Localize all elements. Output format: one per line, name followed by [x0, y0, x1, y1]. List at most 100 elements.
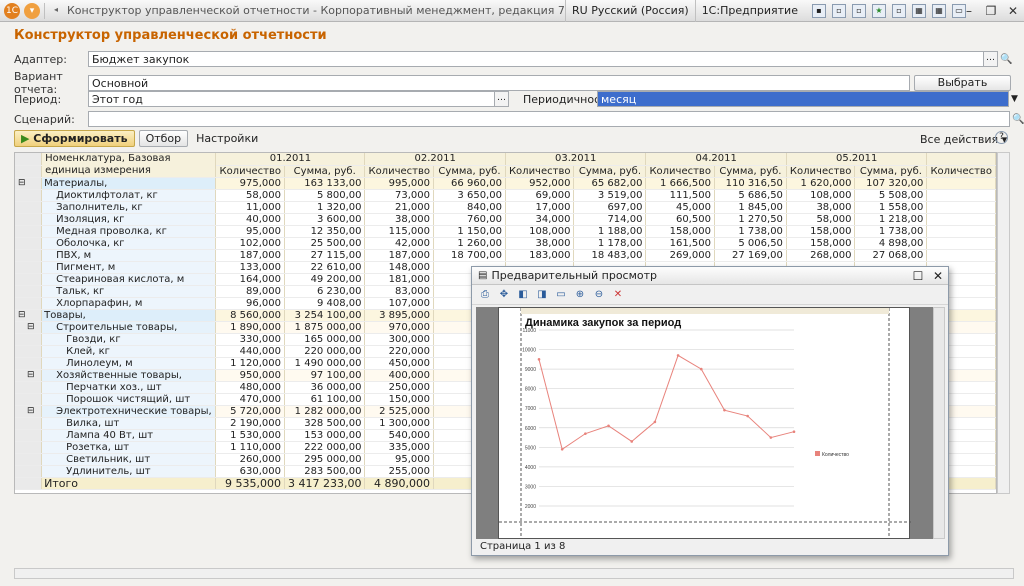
cell-value: 330,000: [215, 333, 285, 346]
app-logo-icon[interactable]: 1С: [4, 2, 20, 19]
select-icon[interactable]: …: [983, 52, 997, 66]
cell-value: [926, 237, 996, 250]
move-icon[interactable]: ✥: [497, 288, 511, 302]
language-indicator[interactable]: RU Русский (Россия): [565, 0, 695, 22]
cell-value: 2 525,000: [364, 405, 434, 418]
collapse-icon[interactable]: ⊟: [15, 405, 43, 418]
restore-icon[interactable]: ❐: [980, 4, 1002, 18]
cell-value: 187,000: [215, 249, 285, 262]
preview-titlebar: ▤ Предварительный просмотр ☐ ✕: [472, 267, 948, 285]
cell-value: 1 620,000: [786, 177, 856, 190]
cell-value: 1 218,00: [854, 213, 928, 226]
zoom-in-icon[interactable]: ⊕: [573, 288, 587, 302]
cell-value: 3 895,000: [364, 309, 434, 322]
filter-button[interactable]: Отбор: [138, 130, 189, 147]
row-name: Итого: [41, 477, 217, 490]
document-icon[interactable]: ▫: [891, 3, 906, 18]
calendar-icon[interactable]: ▦: [931, 3, 946, 18]
all-actions-menu[interactable]: Все действия ▾: [920, 133, 1007, 146]
table-row[interactable]: Изоляция, кг 40,000 3 600,00 38,000 760,00 34…: [15, 213, 996, 226]
collapse-icon[interactable]: ⊟: [15, 321, 43, 334]
print-icon[interactable]: ⎙: [478, 288, 492, 302]
preview-controls: ☐ ✕: [908, 269, 948, 283]
cell-value: 4 890,000: [364, 477, 434, 490]
table-row[interactable]: ПВХ, м 187,000 27 115,00 187,000 18 700,00 18…: [15, 249, 996, 262]
choose-variant-button[interactable]: Выбрать вариант...: [914, 75, 1011, 103]
cell-value: 1 110,000: [215, 441, 285, 454]
collapse-icon[interactable]: ⊟: [15, 369, 43, 382]
row-name: Порошок чистящий, шт: [41, 393, 217, 406]
cell-value: 450,000: [364, 357, 434, 370]
cell-value: 328 500,00: [284, 417, 366, 430]
scenario-search-icon[interactable]: 🔍: [1012, 114, 1024, 125]
cell-value: 102,000: [215, 237, 285, 250]
variant-field[interactable]: Основной: [88, 75, 910, 91]
tree-cell: [15, 333, 43, 346]
cell-value: 133,000: [215, 261, 285, 274]
cell-value: 220,000: [364, 345, 434, 358]
grid-vertical-scrollbar[interactable]: [997, 152, 1010, 494]
period-label: Период:: [14, 92, 62, 106]
maximize-icon[interactable]: ☐: [908, 269, 928, 283]
cell-value: 187,000: [364, 249, 434, 262]
preview-icon[interactable]: ▫: [851, 3, 866, 18]
page-layout-icon[interactable]: ▭: [554, 288, 568, 302]
zoom-out-icon[interactable]: ⊖: [592, 288, 606, 302]
period-header: 02.2011: [364, 153, 506, 166]
cell-value: 1 150,00: [433, 225, 506, 238]
cell-value: 3 650,00: [433, 189, 506, 202]
page-next-icon[interactable]: ◨: [535, 288, 549, 302]
table-row[interactable]: Оболочка, кг 102,000 25 500,00 42,000 1 260,…: [15, 237, 996, 250]
print-icon[interactable]: ▫: [831, 3, 846, 18]
y-tick-label: 6000: [525, 426, 536, 432]
row-name: Пигмент, м: [41, 261, 217, 274]
save-icon[interactable]: ▪: [811, 3, 826, 18]
dropdown-arrow-icon[interactable]: ▼: [1011, 94, 1018, 104]
scenario-field[interactable]: [88, 111, 1010, 127]
minimize-icon[interactable]: –: [958, 4, 980, 18]
preview-scrollbar[interactable]: [933, 307, 945, 539]
adapter-field[interactable]: Бюджет закупок …: [88, 51, 998, 67]
table-row[interactable]: Заполнитель, кг 11,000 1 320,00 21,000 840,0…: [15, 201, 996, 214]
cell-value: 950,000: [215, 369, 285, 382]
close-icon[interactable]: ✕: [1002, 4, 1024, 18]
calculator-icon[interactable]: ▦: [911, 3, 926, 18]
tree-cell: [15, 441, 43, 454]
generate-button[interactable]: ▶ Сформировать: [14, 130, 135, 147]
table-row[interactable]: ⊟ Материалы, 975,000 163 133,00 995,000 66 96…: [15, 177, 996, 190]
favorites-icon[interactable]: ★: [871, 3, 886, 18]
table-row[interactable]: Диоктилфтолат, кг 58,000 5 800,00 73,000 3 6…: [15, 189, 996, 202]
cell-value: 3 417 233,00: [284, 477, 366, 490]
menu-dropdown-icon[interactable]: ▾: [24, 2, 40, 19]
tree-cell: [15, 225, 43, 238]
back-icon[interactable]: ◂: [49, 4, 63, 18]
periodicity-field[interactable]: месяц: [597, 91, 1009, 107]
period-select-icon[interactable]: …: [494, 92, 508, 106]
quantity-header: Количество: [364, 165, 434, 179]
cell-value: 1 845,00: [714, 201, 787, 214]
settings-link[interactable]: Настройки: [196, 132, 258, 145]
cell-value: 165 000,00: [284, 333, 366, 346]
collapse-icon[interactable]: ⊟: [15, 309, 43, 322]
scenario-row: Сценарий: 🔍: [14, 111, 1024, 127]
data-point: [560, 447, 564, 451]
cell-value: 1 320,00: [284, 201, 366, 214]
row-name: Медная проволка, кг: [41, 225, 217, 238]
cell-value: 107 320,00: [854, 177, 928, 190]
horizontal-scrollbar[interactable]: [14, 568, 1014, 579]
row-name: Строительные товары,: [41, 321, 217, 334]
period-field[interactable]: Этот год …: [88, 91, 509, 107]
cell-value: 1 558,00: [854, 201, 928, 214]
collapse-icon[interactable]: ⊟: [15, 177, 43, 190]
cell-value: 161,500: [645, 237, 715, 250]
cell-value: 3 254 100,00: [284, 309, 366, 322]
search-icon[interactable]: 🔍: [1000, 54, 1012, 65]
help-icon[interactable]: ?: [995, 131, 1008, 144]
preview-close-icon[interactable]: ✕: [928, 269, 948, 283]
tree-cell: [15, 429, 43, 442]
close-preview-icon[interactable]: ✕: [611, 288, 625, 302]
table-row[interactable]: Медная проволка, кг 95,000 12 350,00 115,00…: [15, 225, 996, 238]
page-prev-icon[interactable]: ◧: [516, 288, 530, 302]
y-tick-label: 8000: [525, 387, 536, 393]
cell-value: 69,000: [505, 189, 575, 202]
